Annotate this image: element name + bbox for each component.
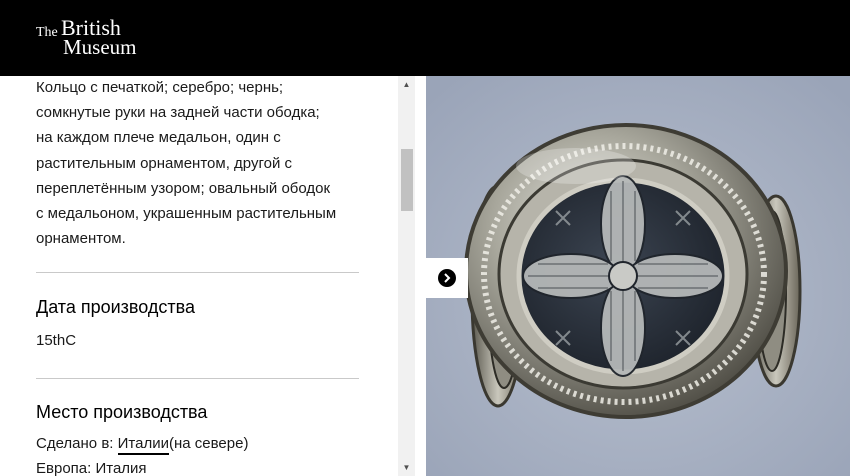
divider <box>36 378 359 379</box>
triangle-up-icon[interactable]: ▲ <box>398 76 415 93</box>
site-header: The British Museum <box>0 0 850 76</box>
triangle-down-icon[interactable]: ▼ <box>398 459 415 476</box>
chevron-right-icon <box>438 269 456 287</box>
production-place-heading: Место производства <box>36 402 208 422</box>
logo-the: The <box>36 25 58 40</box>
object-image[interactable] <box>426 76 850 476</box>
details-panel: Кольцо с печаткой; серебро; чернь; сомкн… <box>0 76 398 476</box>
gutter <box>415 76 426 476</box>
next-image-button[interactable] <box>426 258 468 298</box>
made-in-label: Сделано в: <box>36 435 114 452</box>
scrollbar[interactable]: ▲ ▼ <box>398 76 415 476</box>
production-date-heading: Дата производства <box>36 297 196 317</box>
object-description: Кольцо с печаткой; серебро; чернь; сомкн… <box>36 79 337 248</box>
production-date-value: 15thC <box>36 332 77 349</box>
production-place-made-in: Сделано в: Италии(на севере) <box>36 434 249 455</box>
logo-museum: Museum <box>63 35 137 59</box>
british-museum-logo[interactable]: The British Museum <box>36 17 166 61</box>
made-in-suffix: (на севере) <box>168 435 249 452</box>
scroll-thumb[interactable] <box>401 149 413 211</box>
ring-photo <box>426 76 850 476</box>
made-in-link[interactable]: Италии <box>117 435 169 455</box>
production-place-region: Европа: Италия <box>36 460 147 476</box>
divider <box>36 272 359 273</box>
